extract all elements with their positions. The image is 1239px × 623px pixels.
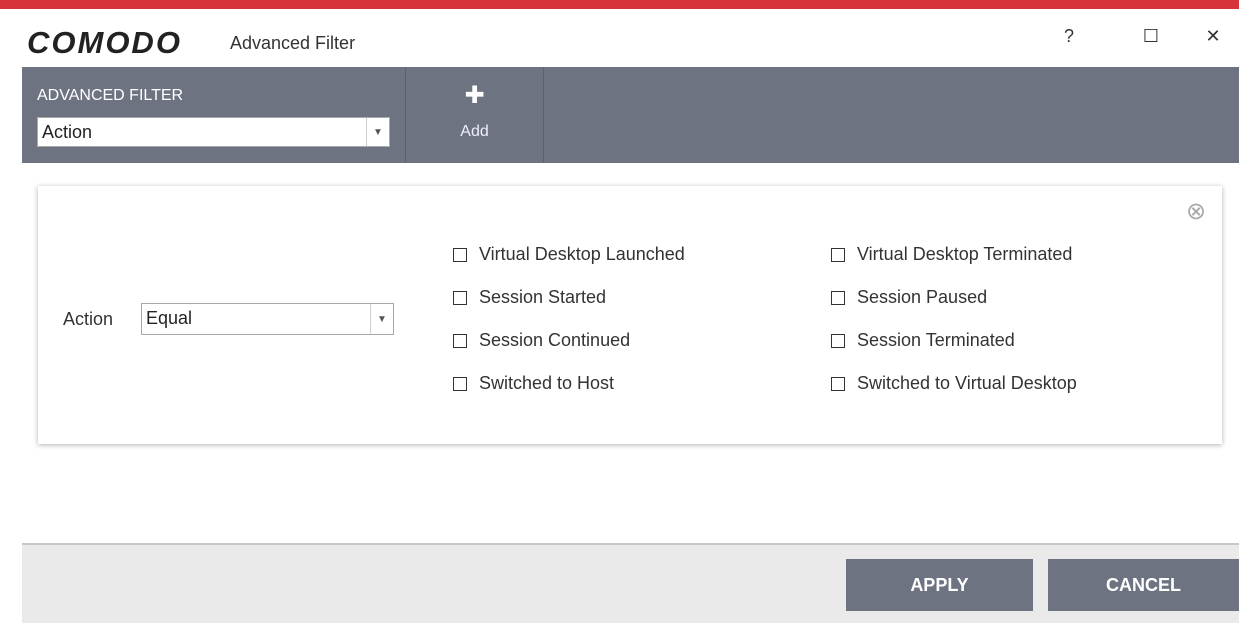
close-button[interactable]: ✕ (1196, 21, 1230, 51)
filter-type-value: Action (42, 122, 93, 142)
filter-list-area: ⊗ Action Equal ▼ Virtual Desktop Launche… (22, 163, 1239, 543)
checkbox[interactable] (453, 333, 467, 348)
chevron-down-icon: ▼ (370, 304, 393, 334)
checkbox-switched-to-virtual-desktop[interactable]: Switched to Virtual Desktop (831, 373, 1077, 394)
checkbox-label: Switched to Host (479, 373, 615, 393)
filter-type-dropdown[interactable]: Action ▼ (37, 117, 390, 147)
dialog-footer: APPLY CANCEL (22, 543, 1239, 623)
chevron-down-icon: ▼ (366, 118, 389, 146)
comodo-logo: COMODO (27, 25, 182, 60)
checkbox-label: Virtual Desktop Launched (479, 244, 685, 264)
checkbox-virtual-desktop-terminated[interactable]: Virtual Desktop Terminated (831, 244, 1072, 265)
help-button[interactable]: ? (1052, 21, 1086, 51)
remove-filter-icon[interactable]: ⊗ (1182, 198, 1210, 226)
checkbox-label: Session Paused (857, 287, 988, 307)
checkbox[interactable] (453, 376, 467, 391)
checkbox[interactable] (831, 376, 845, 391)
checkbox[interactable] (831, 333, 845, 348)
checkbox-label: Session Continued (479, 330, 631, 350)
advanced-filter-label: ADVANCED FILTER (37, 87, 184, 104)
add-filter-button[interactable]: ✚ Add (406, 67, 544, 163)
title-accent-stripe (0, 0, 1239, 9)
filter-toolbar: ADVANCED FILTER Action ▼ ✚ Add (22, 67, 1239, 163)
checkbox-label: Session Terminated (857, 330, 1015, 350)
checkbox[interactable] (831, 247, 845, 262)
checkbox-session-started[interactable]: Session Started (453, 287, 606, 308)
operator-dropdown[interactable]: Equal ▼ (141, 303, 394, 335)
checkbox-session-continued[interactable]: Session Continued (453, 330, 630, 351)
filter-field-label: Action (63, 309, 114, 329)
checkbox-label: Switched to Virtual Desktop (857, 373, 1077, 393)
checkbox[interactable] (831, 290, 845, 305)
add-label: Add (460, 123, 489, 140)
filter-card: ⊗ Action Equal ▼ Virtual Desktop Launche… (38, 186, 1222, 444)
advanced-filter-section: ADVANCED FILTER Action ▼ (22, 67, 406, 163)
cancel-button[interactable]: CANCEL (1048, 559, 1239, 611)
checkbox-session-terminated[interactable]: Session Terminated (831, 330, 1015, 351)
checkbox-session-paused[interactable]: Session Paused (831, 287, 987, 308)
apply-button[interactable]: APPLY (846, 559, 1033, 611)
checkbox-label: Virtual Desktop Terminated (857, 244, 1073, 264)
operator-value: Equal (146, 308, 193, 328)
checkbox-virtual-desktop-launched[interactable]: Virtual Desktop Launched (453, 244, 685, 265)
checkbox[interactable] (453, 290, 467, 305)
window-left-margin (0, 67, 22, 623)
window-title: Advanced Filter (230, 33, 356, 53)
checkbox-switched-to-host[interactable]: Switched to Host (453, 373, 614, 394)
plus-icon: ✚ (464, 82, 485, 109)
maximize-button[interactable]: ☐ (1134, 21, 1168, 51)
checkbox-label: Session Started (479, 287, 607, 307)
checkbox[interactable] (453, 247, 467, 262)
title-bar: COMODO Advanced Filter ? ☐ ✕ (0, 9, 1239, 67)
footer-divider (22, 543, 1239, 545)
